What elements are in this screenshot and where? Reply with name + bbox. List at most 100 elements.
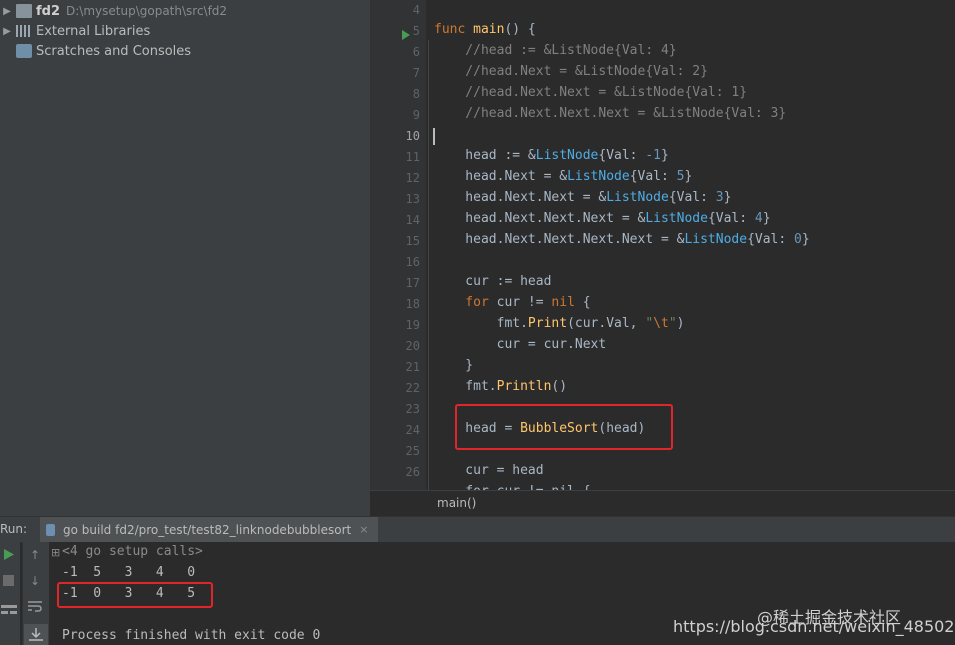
tree-item-label: External Libraries bbox=[36, 23, 151, 39]
code-token: for bbox=[434, 295, 497, 310]
line-number: 10 bbox=[405, 129, 420, 143]
code-token: head := & bbox=[434, 148, 536, 163]
code-token: {Val: bbox=[629, 169, 677, 184]
line-number: 8 bbox=[412, 87, 420, 101]
line-number: 5 bbox=[412, 24, 420, 38]
run-label: Run: bbox=[0, 522, 28, 536]
code-token: " bbox=[645, 316, 654, 331]
code-line[interactable]: head.Next.Next.Next = &ListNode{Val: 4} bbox=[434, 211, 771, 226]
run-tab[interactable]: go build fd2/pro_test/test82_linknodebub… bbox=[40, 517, 379, 542]
code-token: main bbox=[473, 22, 505, 37]
line-number: 16 bbox=[405, 255, 420, 269]
code-token: //head.Next.Next = &ListNode{Val: 1} bbox=[434, 85, 748, 100]
run-output-toolbar: ↑ ↓ bbox=[22, 542, 49, 645]
line-number: 7 bbox=[412, 66, 420, 80]
code-token: {Val: bbox=[747, 232, 795, 247]
code-line[interactable]: fmt.Print(cur.Val, "\t") bbox=[434, 316, 685, 331]
scratches-icon bbox=[16, 44, 32, 58]
code-token: " bbox=[668, 316, 677, 331]
breadcrumb-item[interactable]: main() bbox=[437, 496, 476, 510]
line-number: 6 bbox=[412, 45, 420, 59]
code-token: fmt. bbox=[434, 379, 497, 394]
line-number: 24 bbox=[405, 423, 420, 437]
arrow-down-icon[interactable]: ↓ bbox=[30, 574, 40, 588]
code-token: -1 bbox=[645, 148, 661, 163]
code-token: () { bbox=[504, 22, 536, 37]
code-token: cur != bbox=[496, 295, 552, 310]
line-number: 11 bbox=[405, 150, 420, 164]
line-number: 19 bbox=[405, 318, 420, 332]
code-line[interactable]: head.Next = &ListNode{Val: 5} bbox=[434, 169, 692, 184]
tree-item-scratches[interactable]: Scratches and Consoles bbox=[0, 41, 191, 61]
chevron-right-icon[interactable]: ▶ bbox=[0, 26, 14, 37]
code-line[interactable]: head.Next.Next = &ListNode{Val: 3} bbox=[434, 190, 731, 205]
line-number-gutter: 4 5 6 7 8 9 10 11 12 13 14 15 16 17 18 19 20 21 22 23 24 25 26 bbox=[370, 0, 426, 490]
tree-item-label: fd2 bbox=[36, 3, 61, 19]
code-token: (cur.Val, bbox=[567, 316, 646, 331]
code-token: cur = cur.Next bbox=[434, 337, 607, 352]
code-line[interactable]: head.Next.Next.Next.Next = &ListNode{Val… bbox=[434, 232, 810, 247]
exit-message: Process finished with exit code 0 bbox=[62, 628, 321, 643]
code-token: nil bbox=[551, 295, 575, 310]
code-token: cur = head bbox=[434, 463, 544, 478]
code-token: {Val: bbox=[668, 190, 716, 205]
soft-wrap-icon[interactable] bbox=[28, 600, 42, 615]
code-token: ListNode bbox=[567, 169, 630, 184]
code-line[interactable]: } bbox=[434, 358, 473, 373]
stop-icon[interactable] bbox=[3, 575, 14, 589]
code-token: //head.Next = &ListNode{Val: 2} bbox=[434, 64, 708, 79]
project-path: D:\mysetup\gopath\src\fd2 bbox=[66, 4, 228, 18]
code-line[interactable]: for cur != nil { bbox=[434, 295, 590, 310]
line-number: 12 bbox=[405, 171, 420, 185]
line-number: 21 bbox=[405, 360, 420, 374]
code-line[interactable]: head := &ListNode{Val: -1} bbox=[434, 148, 669, 163]
code-token: ListNode bbox=[606, 190, 669, 205]
code-line[interactable]: cur = cur.Next bbox=[434, 337, 607, 352]
code-editor[interactable]: 4 5 6 7 8 9 10 11 12 13 14 15 16 17 18 19 20 21 22 23 24 25 26… bbox=[370, 0, 955, 490]
code-token: fmt. bbox=[434, 316, 528, 331]
code-token: 3 bbox=[715, 190, 724, 205]
code-line[interactable]: //head := &ListNode{Val: 4} bbox=[434, 43, 677, 58]
code-line[interactable]: //head.Next = &ListNode{Val: 2} bbox=[434, 64, 708, 79]
code-token: head.Next.Next.Next = & bbox=[434, 211, 646, 226]
line-number: 4 bbox=[412, 3, 420, 17]
tree-item-fd2[interactable]: ▶ fd2 D:\mysetup\gopath\src\fd2 bbox=[0, 1, 227, 21]
code-line[interactable]: //head.Next.Next.Next = &ListNode{Val: 3… bbox=[434, 106, 786, 121]
code-line[interactable]: func main() { bbox=[434, 22, 536, 37]
rerun-icon[interactable] bbox=[3, 548, 15, 564]
code-token: head.Next = & bbox=[434, 169, 568, 184]
expand-icon[interactable]: ⊞ bbox=[51, 546, 60, 559]
code-token: ListNode bbox=[684, 232, 748, 247]
close-icon[interactable]: × bbox=[359, 523, 368, 536]
code-token: Print bbox=[527, 316, 568, 331]
code-token: //head := &ListNode{Val: 4} bbox=[434, 43, 677, 58]
code-token: 4 bbox=[754, 211, 763, 226]
line-number: 9 bbox=[412, 108, 420, 122]
code-line[interactable]: cur := head bbox=[434, 274, 551, 289]
line-number: 13 bbox=[405, 192, 420, 206]
highlight-box-bubblesort bbox=[455, 404, 673, 450]
code-token: } bbox=[762, 211, 771, 226]
line-number: 22 bbox=[405, 381, 420, 395]
go-file-icon bbox=[46, 523, 55, 536]
line-number: 23 bbox=[405, 402, 420, 416]
code-token: cur := head bbox=[434, 274, 552, 289]
run-gutter-icon[interactable] bbox=[401, 26, 411, 45]
tree-item-external-libraries[interactable]: ▶ External Libraries bbox=[0, 21, 150, 41]
scroll-to-end-button[interactable] bbox=[24, 624, 48, 645]
code-line[interactable]: fmt.Println() bbox=[434, 379, 567, 394]
code-line[interactable]: //head.Next.Next = &ListNode{Val: 1} bbox=[434, 85, 747, 100]
setup-calls-line[interactable]: <4 go setup calls> bbox=[62, 544, 203, 559]
watermark-url: https://blog.csdn.net/weixin_48502062 bbox=[673, 617, 955, 636]
code-line[interactable]: cur = head bbox=[434, 463, 544, 478]
breadcrumb[interactable]: main() bbox=[370, 490, 955, 517]
code-token: head.Next.Next = & bbox=[434, 190, 607, 205]
layout-icon[interactable] bbox=[1, 604, 17, 619]
code-token: } bbox=[684, 169, 693, 184]
arrow-up-icon[interactable]: ↑ bbox=[30, 548, 40, 562]
line-number: 14 bbox=[405, 213, 420, 227]
chevron-right-icon[interactable]: ▶ bbox=[0, 6, 14, 17]
code-token: } bbox=[801, 232, 810, 247]
output-line: -1 5 3 4 0 bbox=[62, 565, 196, 580]
line-number: 15 bbox=[405, 234, 420, 248]
